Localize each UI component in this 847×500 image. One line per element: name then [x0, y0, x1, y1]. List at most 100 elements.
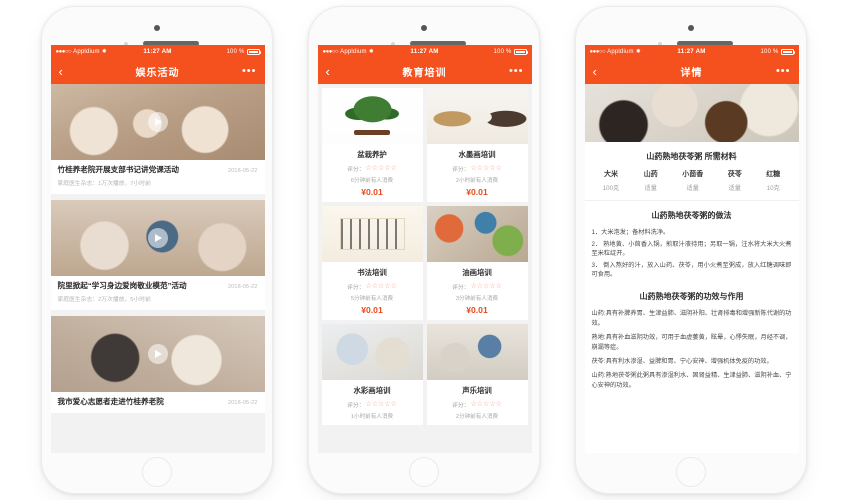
ingredient-qty: 适量 — [686, 185, 699, 192]
wifi-icon: ✸ — [368, 49, 374, 55]
ingredient-cell: 小茴香 适量 — [682, 169, 703, 192]
course-image — [426, 88, 528, 144]
course-sold: 2分钟前有人消费 — [455, 414, 499, 420]
status-bar: ●●●○○ Appldium ✸ 11:27 AM 100 % — [584, 45, 799, 58]
course-price: ¥0.01 — [466, 187, 488, 197]
play-icon[interactable] — [147, 228, 168, 249]
play-icon[interactable] — [147, 112, 168, 132]
recipe-step: 1．大米泡发；备材料洗净。 — [591, 229, 670, 236]
signal-dots-icon: ●●●○○ — [322, 48, 339, 55]
detail-scroll[interactable]: 山药熟地茯苓粥 所需材料 大米 100克 山药 适量 小茴香 适量 茯苓 适量 … — [584, 84, 799, 453]
ingredient-cell: 茯苓 适量 — [728, 169, 742, 192]
nav-bar-3: ‹ 详情 ••• — [584, 58, 799, 84]
course-card[interactable]: 声乐培训 评分： ☆☆☆☆☆ 2分钟前有人消费 — [426, 324, 528, 425]
battery-icon — [513, 48, 529, 55]
course-rating: 评分： ☆☆☆☆☆ — [322, 282, 423, 291]
ingredient-qty: 100克 — [602, 185, 620, 192]
course-sold: 1小时前有人消费 — [350, 414, 394, 420]
course-card[interactable]: 书法培训 评分： ☆☆☆☆☆ 5分钟前有人消费 ¥0.01 — [321, 206, 423, 320]
course-sold: 6分钟前有人消费 — [350, 178, 394, 184]
ingredient-qty: 10克 — [766, 185, 780, 192]
news-title: 竹桂养老院开展支部书记讲党课活动 — [57, 165, 180, 174]
course-name: 盆栽养护 — [357, 150, 387, 159]
star-rating-icon: ☆☆☆☆☆ — [470, 283, 502, 290]
effect-paragraph: 山药:熟地茯苓粥此粥具有渗湿利水、固肾益精、生津益肺、滋阴补血、宁心安神的功效。 — [591, 371, 792, 389]
wifi-icon: ✸ — [101, 49, 107, 55]
course-card[interactable]: 水彩画培训 评分： ☆☆☆☆☆ 1小时前有人消费 — [321, 324, 423, 425]
course-image — [321, 324, 423, 380]
star-rating-icon: ☆☆☆☆☆ — [470, 401, 502, 408]
news-thumbnail[interactable] — [50, 84, 265, 160]
front-camera-icon — [687, 25, 694, 31]
news-list[interactable]: 竹桂养老院开展支部书记讲党课活动 2018-05-22 家庭医生杂志：1万次播放… — [50, 84, 265, 453]
course-sold: 5分钟前有人消费 — [350, 296, 394, 302]
news-date: 2018-05-22 — [227, 284, 258, 291]
battery-icon — [780, 48, 796, 55]
course-rating: 评分： ☆☆☆☆☆ — [427, 400, 528, 409]
course-price: ¥0.01 — [361, 187, 383, 197]
battery-icon — [246, 48, 262, 55]
course-rating: 评分： ☆☆☆☆☆ — [322, 164, 423, 173]
recipe-step: 3． 倒入熬好的汁，放入山药、茯苓，用小火煮至粥成，放入红糖调味即可食用。 — [591, 261, 792, 279]
home-button[interactable] — [141, 457, 172, 487]
news-title: 院里掀起“学习身边爱岗敬业模范”活动 — [57, 281, 187, 291]
course-name: 水墨画培训 — [458, 150, 496, 159]
rating-label: 评分： — [452, 285, 470, 291]
phone-screen-1: ●●●○○ Appldium ✸ 11:27 AM 100 % ‹ 娱乐活动 •… — [50, 45, 265, 453]
course-card[interactable]: 油画培训 评分： ☆☆☆☆☆ 3分钟前有人消费 ¥0.01 — [426, 206, 528, 320]
course-sold: 2小时前有人消费 — [455, 178, 499, 184]
news-subtitle: 家庭医生杂志：1万次播放，7小时前 — [57, 181, 151, 188]
carrier-label: Appldium — [607, 48, 634, 55]
phone-screen-3: ●●●○○ Appldium ✸ 11:27 AM 100 % ‹ 详情 ••• — [584, 45, 799, 453]
phone-mockup-1: ●●●○○ Appldium ✸ 11:27 AM 100 % ‹ 娱乐活动 •… — [40, 6, 273, 494]
effect-paragraph: 山药:具有补脾养胃、生津益肺、滋阴补阳、壮肾排毒和增强新陈代谢的功效。 — [591, 310, 792, 327]
ingredient-qty: 适量 — [644, 185, 657, 192]
battery-percent: 100 % — [226, 48, 245, 55]
course-card[interactable]: 水墨画培训 评分： ☆☆☆☆☆ 2小时前有人消费 ¥0.01 — [426, 88, 528, 202]
ingredient-cell: 红糖 10克 — [766, 169, 780, 192]
rating-label: 评分： — [452, 403, 470, 409]
course-grid: 盆栽养护 评分： ☆☆☆☆☆ 6分钟前有人消费 ¥0.01 水墨画培训 评分： — [318, 84, 532, 429]
signal-dots-icon: ●●●○○ — [589, 48, 606, 55]
ellipsis-icon[interactable]: ••• — [241, 66, 257, 77]
list-item[interactable]: 我市爱心志愿者走进竹桂养老院 2018-05-22 — [50, 316, 265, 414]
effect-paragraph: 熟地:具有补血滋阴功效，可用于血虚萎黄，眩晕，心悸失眠，月经不调，崩漏等症。 — [591, 333, 792, 351]
phone-screen-2: ●●●○○ Appldium ✸ 11:27 AM 100 % ‹ 教育培训 •… — [317, 45, 532, 453]
list-item[interactable]: 院里掀起“学习身边爱岗敬业模范”活动 2018-05-22 家庭医生杂志：2万次… — [50, 200, 265, 311]
rating-label: 评分： — [452, 167, 470, 173]
page-title-1: 娱乐活动 — [135, 67, 180, 79]
course-name: 书法培训 — [357, 268, 387, 277]
status-bar: ●●●○○ Appldium ✸ 11:27 AM 100 % — [317, 45, 532, 58]
star-rating-icon: ☆☆☆☆☆ — [365, 165, 397, 172]
rating-label: 评分： — [347, 167, 365, 173]
home-button[interactable] — [675, 457, 706, 487]
home-button[interactable] — [408, 457, 439, 487]
news-thumbnail[interactable] — [50, 200, 265, 277]
course-card[interactable]: 盆栽养护 评分： ☆☆☆☆☆ 6分钟前有人消费 ¥0.01 — [321, 88, 423, 202]
nav-bar-1: ‹ 娱乐活动 ••• — [50, 58, 265, 84]
status-bar: ●●●○○ Appldium ✸ 11:27 AM 100 % — [50, 45, 265, 58]
screenshot-stage: ●●●○○ Appldium ✸ 11:27 AM 100 % ‹ 娱乐活动 •… — [0, 0, 847, 500]
nav-bar-2: ‹ 教育培训 ••• — [317, 58, 532, 84]
course-name: 声乐培训 — [462, 386, 492, 395]
method-title: 山药熟地茯苓粥的做法 — [651, 211, 732, 220]
rating-label: 评分： — [347, 403, 365, 409]
front-camera-icon — [420, 25, 427, 31]
phone-mockup-2: ●●●○○ Appldium ✸ 11:27 AM 100 % ‹ 教育培训 •… — [307, 6, 540, 494]
status-time: 11:27 AM — [143, 48, 172, 55]
back-icon[interactable]: ‹ — [59, 65, 75, 78]
status-time: 11:27 AM — [677, 48, 706, 55]
ellipsis-icon[interactable]: ••• — [775, 66, 791, 77]
course-rating: 评分： ☆☆☆☆☆ — [427, 164, 528, 173]
front-camera-icon — [153, 25, 160, 31]
ellipsis-icon[interactable]: ••• — [508, 66, 524, 77]
ingredient-cell: 大米 100克 — [603, 169, 620, 192]
back-icon[interactable]: ‹ — [593, 65, 609, 78]
course-grid-scroll[interactable]: 盆栽养护 评分： ☆☆☆☆☆ 6分钟前有人消费 ¥0.01 水墨画培训 评分： — [317, 84, 532, 453]
news-thumbnail[interactable] — [50, 316, 265, 393]
recipe-detail: 山药熟地茯苓粥 所需材料 大米 100克 山药 适量 小茴香 适量 茯苓 适量 … — [584, 84, 799, 453]
play-icon[interactable] — [147, 344, 168, 365]
list-item[interactable]: 竹桂养老院开展支部书记讲党课活动 2018-05-22 家庭医生杂志：1万次播放… — [50, 84, 265, 195]
back-icon[interactable]: ‹ — [326, 65, 342, 78]
ingredient-name: 小茴香 — [682, 171, 704, 178]
